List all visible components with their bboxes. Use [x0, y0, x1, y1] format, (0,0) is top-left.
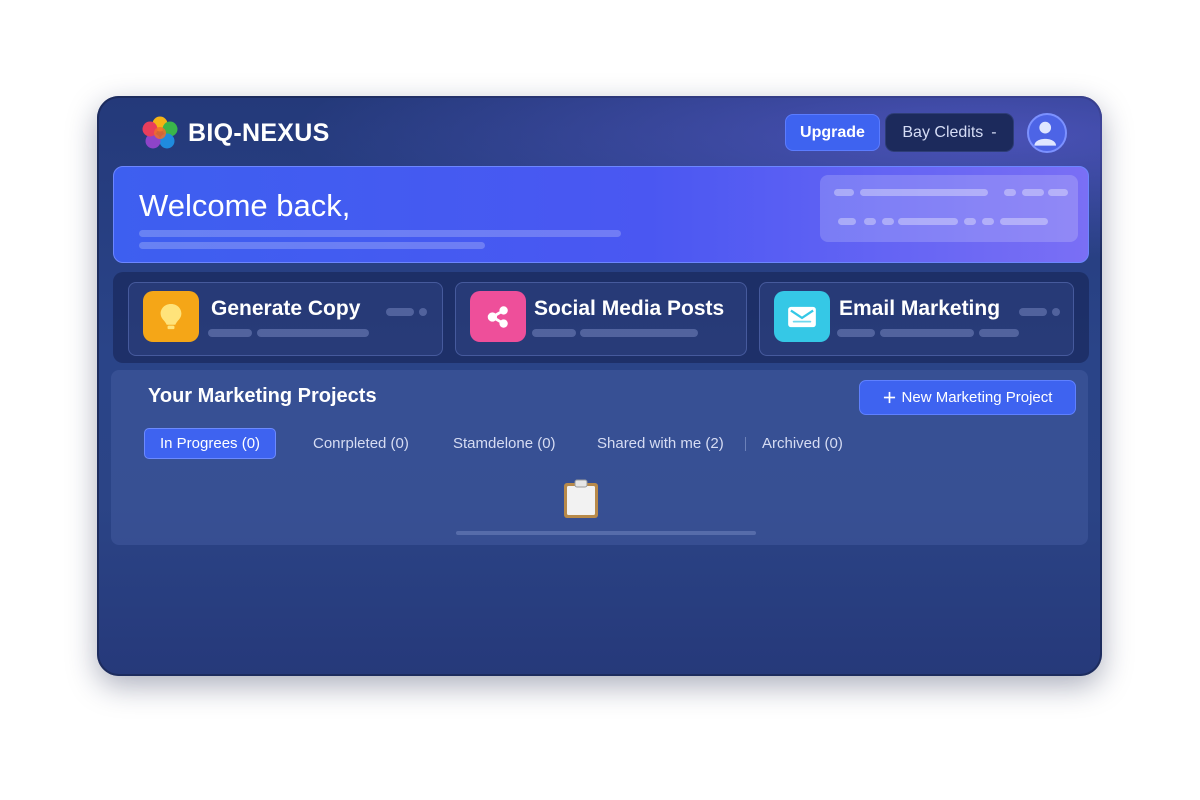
feature-placeholder: [979, 329, 1019, 337]
feature-placeholder: [580, 329, 698, 337]
feature-title: Social Media Posts: [534, 297, 725, 320]
panel-placeholder: [838, 218, 856, 225]
projects-title: Your Marketing Projects: [148, 385, 377, 407]
tab-archived[interactable]: Archived (0): [762, 428, 843, 459]
panel-placeholder: [834, 189, 854, 196]
feature-card-social-media-posts[interactable]: Social Media Posts: [455, 282, 747, 356]
panel-placeholder: [964, 218, 976, 225]
tab-in-progress[interactable]: In Progrees (0): [144, 428, 277, 459]
feature-card-email-marketing[interactable]: Email Marketing: [759, 282, 1074, 356]
tab-label: Conrpleted (0): [313, 435, 409, 452]
tab-standalone[interactable]: Stamdelone (0): [453, 428, 556, 459]
envelope-icon: [774, 291, 830, 342]
user-silhouette-icon: [1034, 121, 1056, 146]
feature-placeholder: [208, 329, 252, 337]
tab-completed[interactable]: Conrpleted (0): [313, 428, 409, 459]
top-bar: BIQ-NEXUS Upgrade Bay Cledits -: [97, 96, 1102, 166]
welcome-summary-panel: [820, 175, 1078, 242]
brand-name: BIQ-NEXUS: [188, 118, 330, 147]
credits-value: -: [991, 123, 997, 141]
panel-placeholder: [982, 218, 994, 225]
upgrade-label: Upgrade: [800, 123, 865, 141]
tab-label: Stamdelone (0): [453, 435, 556, 452]
feature-placeholder: [419, 308, 427, 316]
new-project-label: New Marketing Project: [901, 389, 1053, 406]
share-icon: [470, 291, 526, 342]
tab-label: Shared with me (2): [597, 435, 724, 452]
welcome-title: Welcome back,: [139, 188, 351, 223]
tab-label: In Progrees (0): [160, 435, 261, 452]
credits-button[interactable]: Bay Cledits -: [885, 113, 1014, 152]
panel-placeholder: [864, 218, 876, 225]
feature-row: Generate Copy Social Media Posts Email M…: [113, 272, 1089, 363]
panel-placeholder: [1000, 218, 1048, 225]
welcome-subtitle-placeholder: [139, 242, 485, 249]
welcome-subtitle-placeholder: [139, 230, 621, 237]
plus-icon: [883, 391, 895, 404]
feature-placeholder: [837, 329, 875, 337]
panel-placeholder: [1048, 189, 1068, 196]
brand[interactable]: BIQ-NEXUS: [140, 115, 330, 151]
panel-placeholder: [860, 189, 988, 196]
tab-label: Archived (0): [762, 435, 843, 452]
panel-placeholder: [882, 218, 894, 225]
empty-state-placeholder: [456, 531, 756, 535]
lightbulb-icon: [143, 291, 199, 342]
panel-placeholder: [1022, 189, 1044, 196]
feature-placeholder: [880, 329, 974, 337]
feature-title: Email Marketing: [839, 297, 1001, 320]
feature-placeholder: [386, 308, 414, 316]
upgrade-button[interactable]: Upgrade: [785, 114, 880, 151]
user-avatar-icon[interactable]: [1027, 113, 1067, 153]
new-marketing-project-button[interactable]: New Marketing Project: [859, 380, 1076, 415]
panel-placeholder: [898, 218, 958, 225]
flower-logo-icon: [142, 116, 178, 149]
panel-placeholder: [1004, 189, 1016, 196]
feature-placeholder: [257, 329, 369, 337]
tab-divider: [745, 437, 746, 451]
feature-card-generate-copy[interactable]: Generate Copy: [128, 282, 443, 356]
tab-shared-with-me[interactable]: Shared with me (2): [597, 428, 724, 459]
credits-label: Bay Cledits: [902, 123, 984, 141]
clipboard-icon: [564, 479, 598, 518]
app-window: BIQ-NEXUS Upgrade Bay Cledits - Welcome …: [97, 96, 1102, 676]
feature-placeholder: [1052, 308, 1060, 316]
welcome-banner: Welcome back,: [113, 166, 1089, 263]
projects-section: Your Marketing Projects New Marketing Pr…: [111, 370, 1088, 545]
feature-placeholder: [1019, 308, 1047, 316]
feature-title: Generate Copy: [211, 297, 361, 320]
feature-placeholder: [532, 329, 576, 337]
